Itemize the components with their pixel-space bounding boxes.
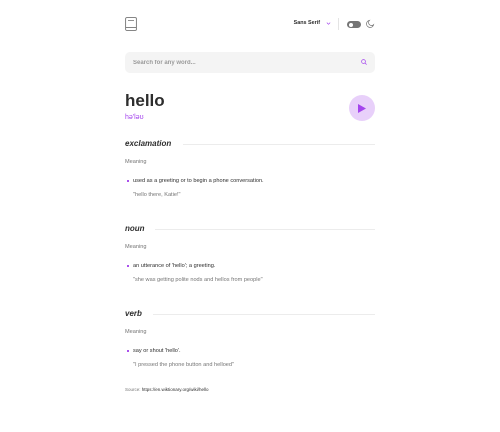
- definition-text: an utterance of 'hello'; a greeting.: [133, 263, 216, 269]
- definition-item: an utterance of 'hello'; a greeting.: [126, 263, 216, 269]
- moon-icon[interactable]: [366, 19, 375, 28]
- theme-toggle[interactable]: [347, 21, 361, 28]
- header-divider: [338, 18, 339, 30]
- search-input[interactable]: [125, 52, 375, 73]
- example-text: "I pressed the phone button and helloed": [133, 362, 235, 368]
- definition-text: say or shout 'hello'.: [133, 348, 181, 354]
- search-icon[interactable]: [361, 59, 367, 65]
- word-title: hello: [125, 91, 165, 110]
- part-of-speech-exclamation: exclamation: [125, 139, 172, 148]
- definition-item: used as a greeting or to begin a phone c…: [127, 178, 264, 184]
- section-divider: [155, 229, 375, 230]
- section-divider: [153, 314, 375, 315]
- example-text: "hello there, Katie!": [133, 192, 181, 198]
- meaning-label: Meaning: [125, 159, 147, 165]
- play-icon: [358, 103, 366, 113]
- phonetic: hə'ləʊ: [125, 114, 144, 121]
- toggle-knob: [348, 22, 353, 27]
- book-icon[interactable]: [125, 17, 137, 31]
- header: Sans Serif: [125, 17, 375, 35]
- source-line: Source: https://en.wiktionary.org/wiki/h…: [125, 387, 208, 392]
- definition-text: used as a greeting or to begin a phone c…: [133, 178, 264, 184]
- example-text: "she was getting polite nods and hellos …: [133, 277, 263, 283]
- play-button[interactable]: [349, 95, 375, 121]
- font-select-label: Sans Serif: [293, 20, 320, 26]
- font-select[interactable]: Sans Serif: [294, 20, 331, 26]
- chevron-down-icon: [326, 21, 331, 25]
- meaning-label: Meaning: [125, 244, 147, 250]
- source-label: Source:: [125, 387, 141, 392]
- search-bar: [125, 52, 375, 73]
- part-of-speech-verb: verb: [125, 309, 142, 318]
- definition-item: say or shout 'hello'.: [127, 348, 181, 354]
- part-of-speech-noun: noun: [125, 224, 145, 233]
- section-divider: [183, 144, 375, 145]
- source-link[interactable]: https://en.wiktionary.org/wiki/hello: [142, 387, 209, 392]
- meaning-label: Meaning: [125, 329, 147, 335]
